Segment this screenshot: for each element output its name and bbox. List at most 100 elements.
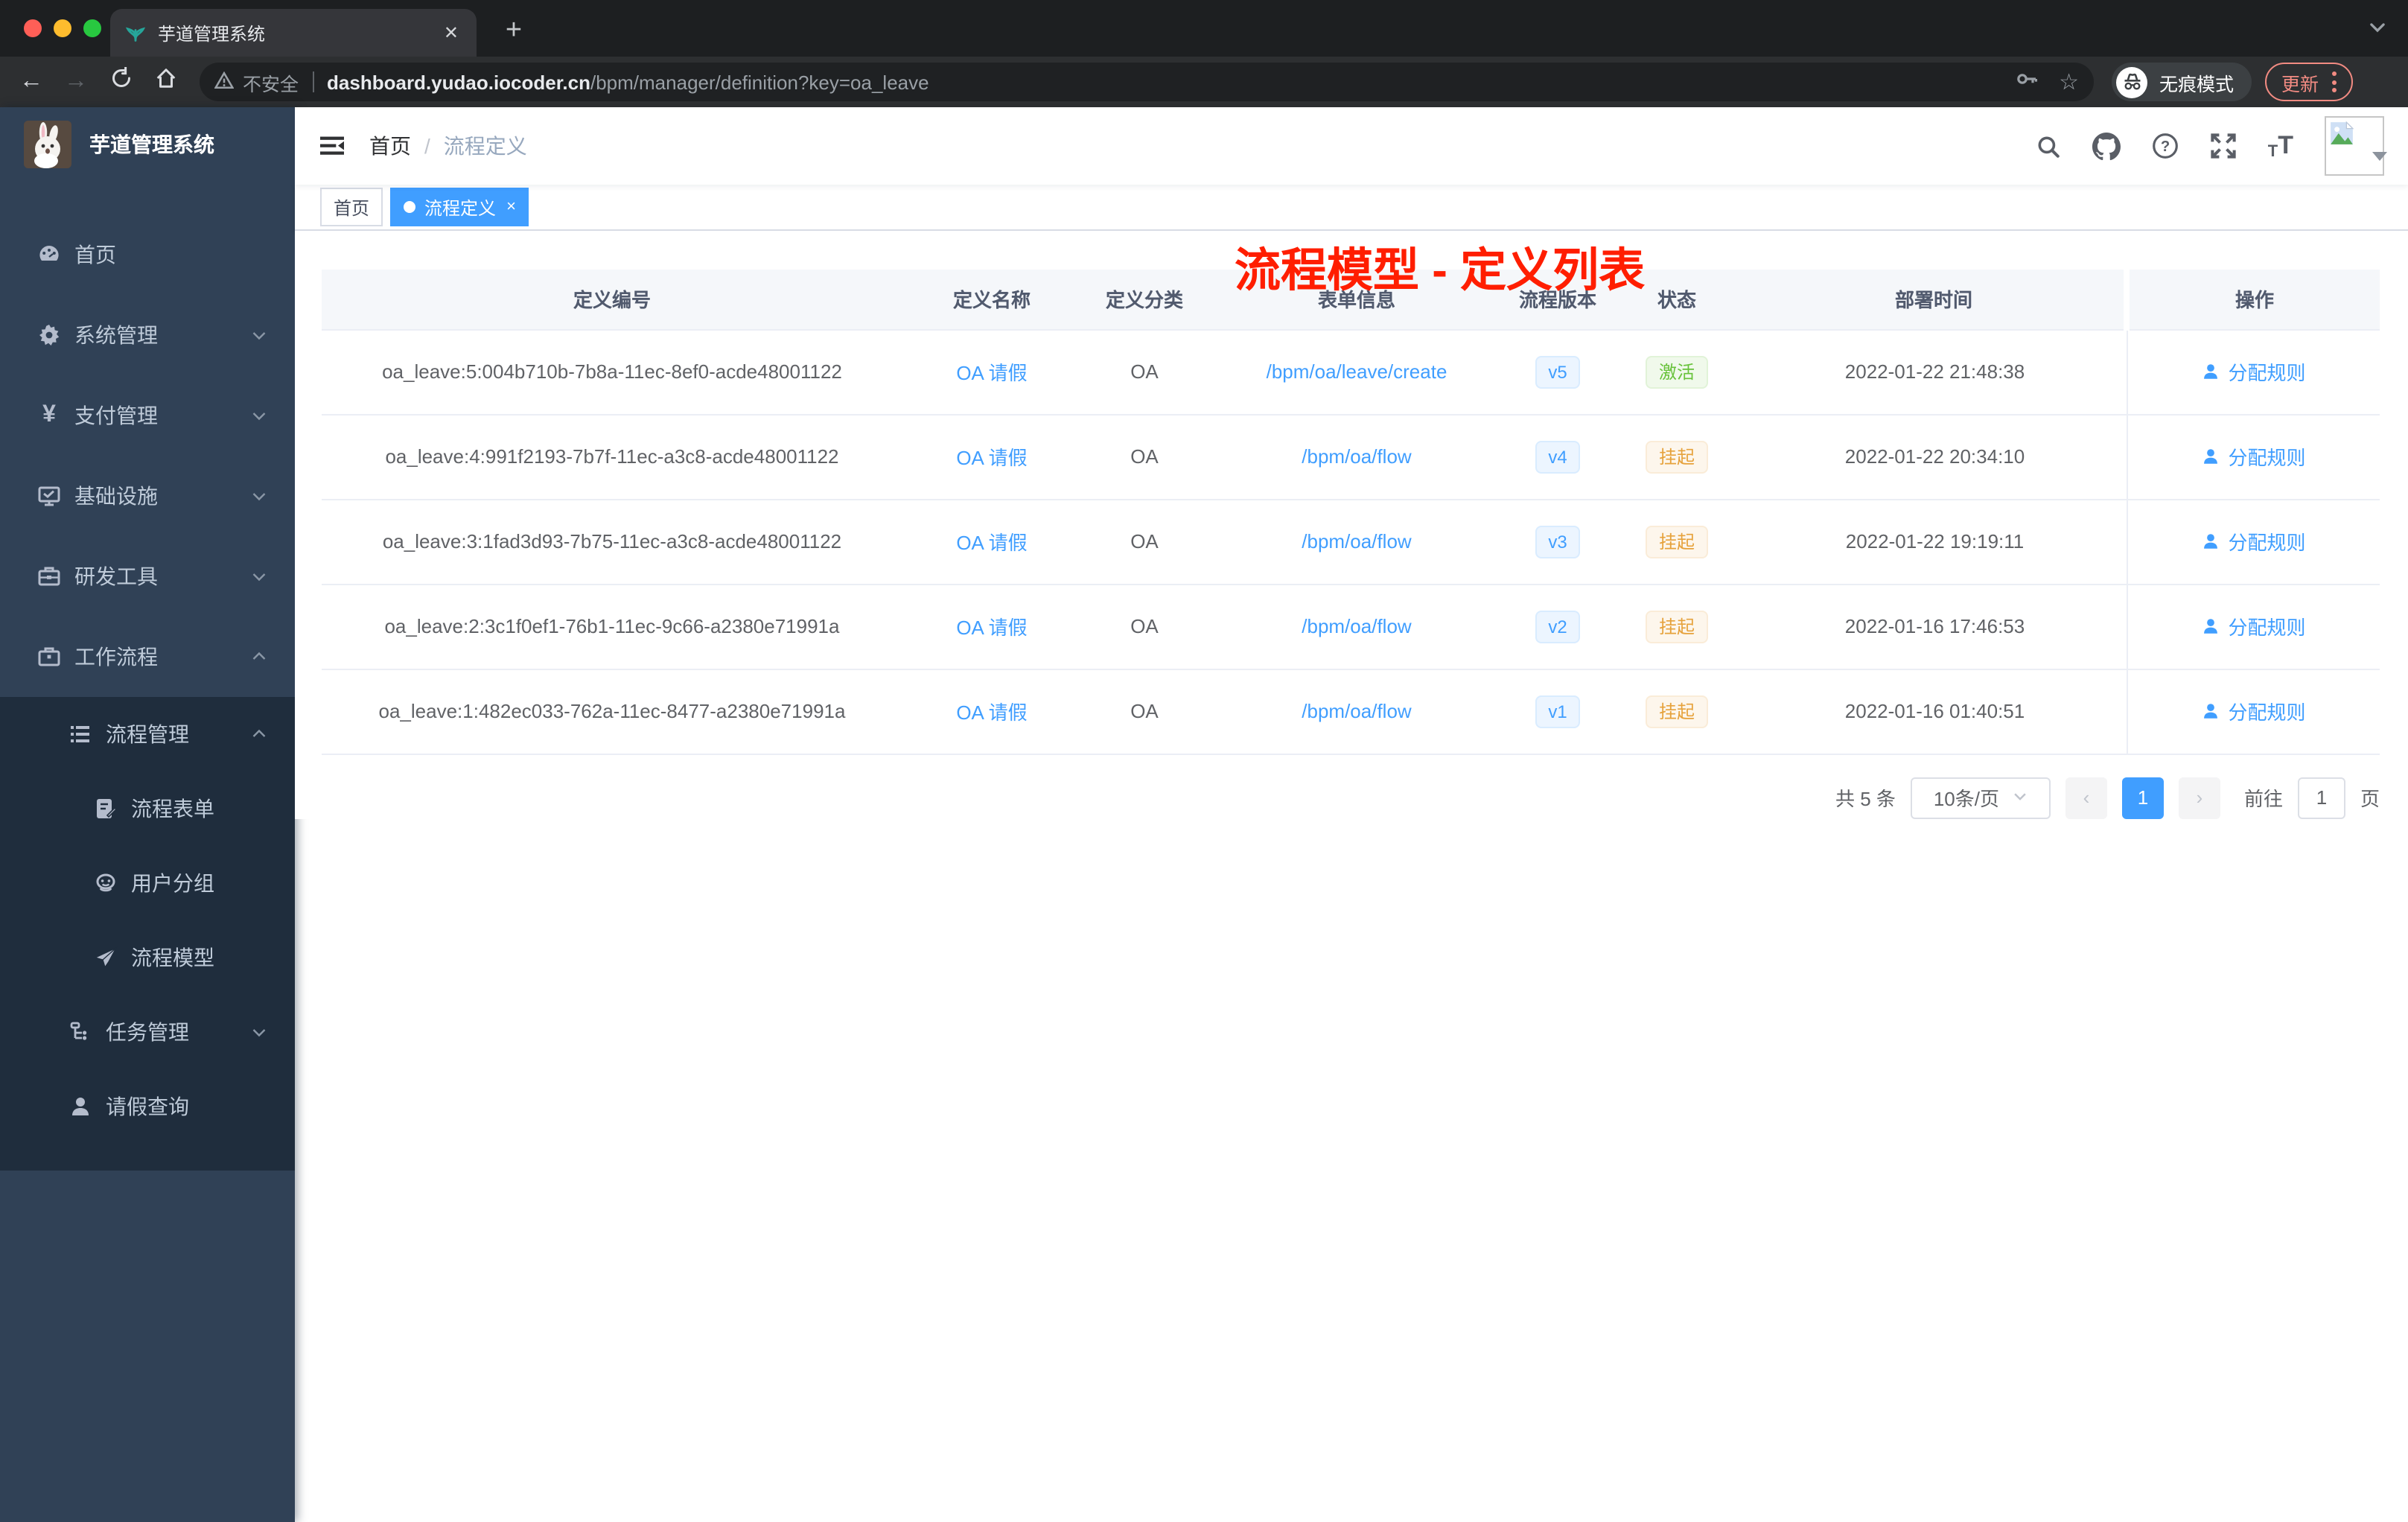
address-bar[interactable]: 不安全 dashboard.yudao.iocoder.cn/bpm/manag… <box>200 63 2094 101</box>
user-icon <box>2204 704 2218 719</box>
avatar-dropdown-caret-icon[interactable] <box>2372 152 2387 161</box>
sidebar-item-payment[interactable]: ¥ 支付管理 <box>0 375 295 456</box>
form-link[interactable]: /bpm/oa/leave/create <box>1267 360 1447 383</box>
url-host[interactable]: dashboard.yudao.iocoder.cn <box>327 71 590 93</box>
active-tag-dot <box>404 201 416 213</box>
deploy-time: 2022-01-22 20:34:10 <box>1744 414 2127 500</box>
prev-page-button[interactable]: ‹ <box>2065 777 2107 818</box>
url-path[interactable]: /bpm/manager/definition?key=oa_leave <box>590 71 929 93</box>
tag-process-definition[interactable]: 流程定义 × <box>390 188 529 226</box>
page-size-select[interactable]: 10条/页 <box>1910 777 2051 818</box>
dashboard-icon <box>37 243 61 267</box>
assign-rule-link[interactable]: 分配规则 <box>2201 442 2306 471</box>
sidebar-item-system[interactable]: 系统管理 <box>0 295 295 375</box>
workflow-submenu: 流程管理 流程表单 用户分组 流程模型 任务管理 请假查询 <box>0 697 295 1171</box>
tab-close-icon[interactable]: ✕ <box>441 22 462 43</box>
forward-button[interactable]: → <box>54 69 98 95</box>
maximize-window-button[interactable] <box>83 19 101 37</box>
window-controls[interactable] <box>24 19 101 37</box>
col-actions: 操作 <box>2124 270 2380 330</box>
sidebar-item-workflow[interactable]: 工作流程 <box>0 617 295 697</box>
sidebar-item-dev-tools[interactable]: 研发工具 <box>0 536 295 617</box>
key-icon[interactable] <box>2014 66 2038 98</box>
chevron-up-icon <box>250 648 268 666</box>
gear-icon <box>37 323 61 347</box>
assign-rule-link[interactable]: 分配规则 <box>2201 697 2306 725</box>
font-size-icon[interactable]: TT <box>2268 131 2293 161</box>
definition-id: oa_leave:5:004b710b-7b8a-11ec-8ef0-acde4… <box>322 329 902 415</box>
goto-unit: 页 <box>2360 788 2380 810</box>
update-label[interactable]: 更新 <box>2281 68 2319 96</box>
definition-id: oa_leave:1:482ec033-762a-11ec-8477-a2380… <box>322 669 902 754</box>
sidebar-item-process-model[interactable]: 流程模型 <box>0 920 295 995</box>
back-button[interactable]: ← <box>9 69 54 95</box>
sidebar-logo-row[interactable]: 芋道管理系统 <box>0 107 295 182</box>
browser-update-button[interactable]: 更新 <box>2265 63 2354 101</box>
tag-home[interactable]: 首页 <box>320 188 383 226</box>
form-link[interactable]: /bpm/oa/flow <box>1302 530 1411 553</box>
close-window-button[interactable] <box>24 19 42 37</box>
next-page-button[interactable]: › <box>2178 777 2220 818</box>
toolbox-icon <box>37 564 61 588</box>
table-row: oa_leave:5:004b710b-7b8a-11ec-8ef0-acde4… <box>322 329 2380 415</box>
fullscreen-icon[interactable] <box>2210 133 2237 159</box>
sidebar-item-user-group[interactable]: 用户分组 <box>0 846 295 920</box>
goto-label: 前往 <box>2243 788 2283 810</box>
sidebar-item-infrastructure[interactable]: 基础设施 <box>0 456 295 536</box>
browser-tab[interactable]: 芋道管理系统 ✕ <box>110 9 477 57</box>
definition-name-link[interactable]: OA 请假 <box>956 532 1027 554</box>
assign-rule-link[interactable]: 分配规则 <box>2201 357 2306 386</box>
sidebar-item-process-management[interactable]: 流程管理 <box>0 697 295 771</box>
reload-button[interactable] <box>98 66 143 97</box>
bookmark-star-icon[interactable]: ☆ <box>2059 69 2079 95</box>
tab-search-chevron-icon[interactable] <box>2368 18 2387 45</box>
definition-name-link[interactable]: OA 请假 <box>956 617 1027 639</box>
assign-rule-link[interactable]: 分配规则 <box>2201 612 2306 640</box>
tag-close-icon[interactable]: × <box>506 198 516 216</box>
app-root: 芋道管理系统 首页 系统管理 ¥ 支付管理 基础设施 研发工具 工作流程 流程管… <box>0 107 2408 1522</box>
chevron-down-icon <box>2011 786 2028 809</box>
goto-page-input[interactable] <box>2297 777 2345 818</box>
form-link[interactable]: /bpm/oa/flow <box>1302 700 1411 722</box>
minimize-window-button[interactable] <box>54 19 71 37</box>
breadcrumb-home[interactable]: 首页 <box>369 131 411 161</box>
incognito-badge: 无痕模式 <box>2112 63 2252 101</box>
status-badge: 挂起 <box>1645 525 1708 558</box>
pagination: 共 5 条 10条/页 ‹ 1 › 前往 页 <box>322 777 2380 818</box>
definition-name-link[interactable]: OA 请假 <box>956 701 1027 724</box>
definition-id: oa_leave:4:991f2193-7b7f-11ec-a3c8-acde4… <box>322 414 902 500</box>
url-divider <box>312 71 314 92</box>
browser-tab-strip: 芋道管理系统 ✕ + <box>0 0 2408 57</box>
version-badge: v1 <box>1535 695 1581 727</box>
sidebar-item-label: 请假查询 <box>106 1095 189 1118</box>
assign-rule-link[interactable]: 分配规则 <box>2201 527 2306 555</box>
help-icon[interactable]: ? <box>2152 133 2179 159</box>
sidebar-item-process-form[interactable]: 流程表单 <box>0 771 295 846</box>
svg-text:?: ? <box>2161 138 2170 155</box>
incognito-label: 无痕模式 <box>2159 74 2235 95</box>
form-link[interactable]: /bpm/oa/flow <box>1302 445 1411 468</box>
sidebar-item-label: 流程管理 <box>106 722 189 746</box>
sidebar-item-task-management[interactable]: 任务管理 <box>0 995 295 1069</box>
home-button[interactable] <box>143 67 188 97</box>
new-tab-button[interactable]: + <box>494 12 533 51</box>
sidebar-item-leave-query[interactable]: 请假查询 <box>0 1069 295 1144</box>
avatar-broken-image[interactable] <box>2325 116 2384 176</box>
version-badge: v2 <box>1535 610 1581 643</box>
status-badge: 挂起 <box>1645 695 1708 727</box>
search-icon[interactable] <box>2036 133 2061 159</box>
browser-menu-icon[interactable] <box>2332 71 2337 92</box>
sidebar-item-home[interactable]: 首页 <box>0 214 295 295</box>
user-icon <box>2204 449 2218 464</box>
github-icon[interactable] <box>2092 132 2121 160</box>
briefcase-icon <box>37 645 61 669</box>
sidebar-collapse-icon[interactable] <box>319 134 345 158</box>
browser-toolbar: ← → 不安全 dashboard.yudao.iocoder.cn/bpm/m… <box>0 57 2408 107</box>
security-label[interactable]: 不安全 <box>243 68 299 96</box>
current-page-button[interactable]: 1 <box>2121 777 2164 818</box>
form-link[interactable]: /bpm/oa/flow <box>1302 615 1411 637</box>
definition-name-link[interactable]: OA 请假 <box>956 447 1027 469</box>
chevron-down-icon <box>250 407 268 424</box>
status-badge: 挂起 <box>1645 610 1708 643</box>
definition-name-link[interactable]: OA 请假 <box>956 362 1027 384</box>
